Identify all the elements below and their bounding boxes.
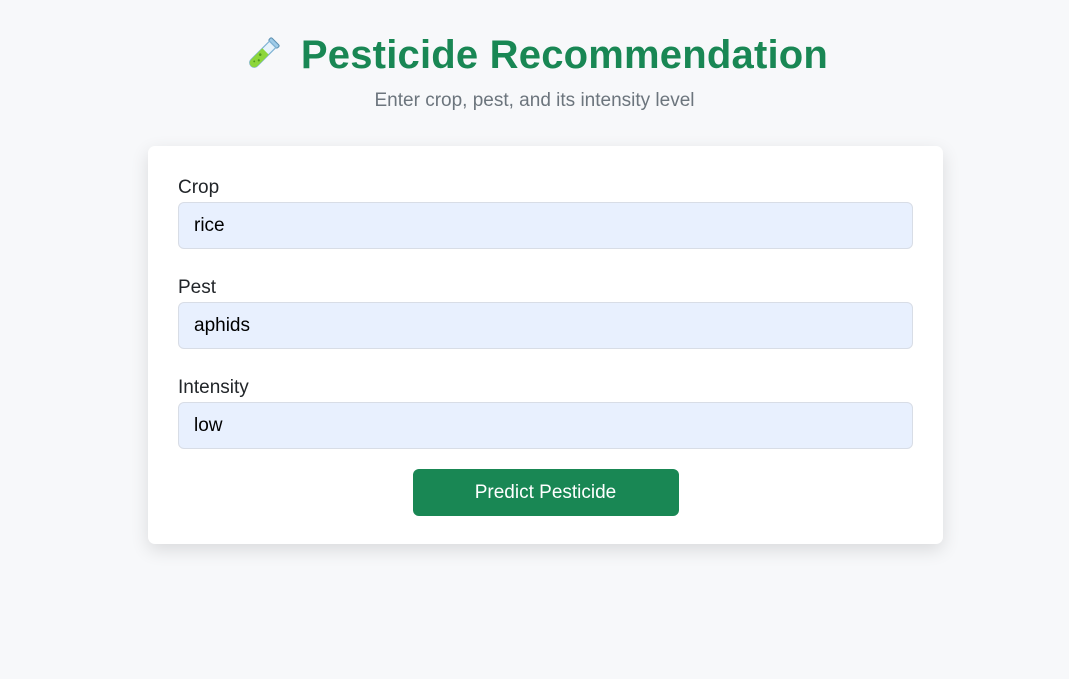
form-card: Crop Pest Intensity Predict Pesticide: [148, 146, 943, 544]
predict-pesticide-button[interactable]: Predict Pesticide: [412, 469, 679, 516]
test-tube-icon: [241, 34, 283, 76]
title-row: Pesticide Recommendation: [0, 30, 1069, 80]
pest-label: Pest: [178, 277, 217, 298]
crop-label: Crop: [178, 177, 220, 198]
crop-field-group: Crop: [178, 176, 913, 249]
page-title: Pesticide Recommendation: [300, 32, 829, 77]
crop-input[interactable]: [178, 202, 913, 249]
page-subtitle: Enter crop, pest, and its intensity leve…: [374, 90, 695, 111]
button-row: Predict Pesticide: [178, 469, 913, 516]
intensity-label: Intensity: [178, 377, 249, 398]
page: Pesticide Recommendation Enter crop, pes…: [0, 0, 1069, 679]
header: Pesticide Recommendation Enter crop, pes…: [0, 30, 1069, 112]
pest-input[interactable]: [178, 302, 913, 349]
intensity-field-group: Intensity: [178, 376, 913, 449]
intensity-input[interactable]: [178, 402, 913, 449]
pest-field-group: Pest: [178, 276, 913, 349]
